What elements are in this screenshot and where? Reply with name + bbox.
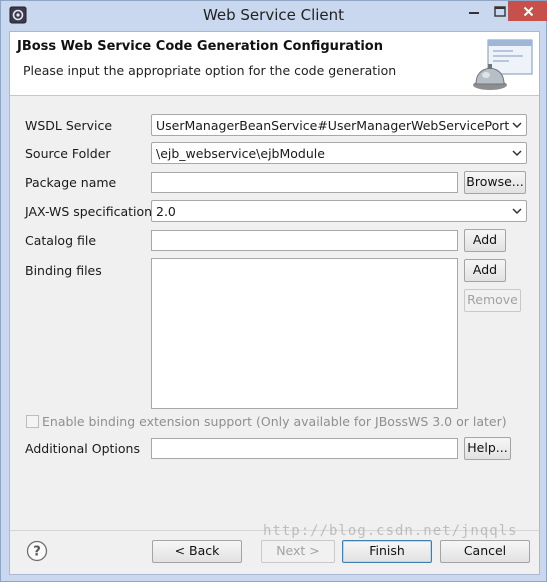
binding-add-button[interactable]: Add <box>464 259 506 282</box>
jaxws-spec-label: JAX-WS specification <box>25 204 153 219</box>
help-options-button[interactable]: Help... <box>464 437 511 460</box>
browse-button[interactable]: Browse... <box>464 171 526 194</box>
wsdl-service-combo[interactable]: UserManagerBeanService#UserManagerWebSer… <box>151 114 527 136</box>
next-button[interactable]: Next > <box>261 540 335 563</box>
binding-remove-button[interactable]: Remove <box>464 289 521 312</box>
chevron-down-icon <box>512 208 522 215</box>
jaxws-spec-value: 2.0 <box>156 204 176 219</box>
package-name-input[interactable] <box>151 172 458 193</box>
binding-files-label: Binding files <box>25 263 102 278</box>
additional-options-input[interactable] <box>151 438 458 459</box>
source-folder-combo[interactable]: \ejb_webservice\ejbModule <box>151 142 527 164</box>
chevron-down-icon <box>512 122 522 129</box>
source-folder-label: Source Folder <box>25 146 111 161</box>
binding-extension-checkbox[interactable] <box>26 415 39 428</box>
dialog-window: Web Service Client JBoss Web Service Cod… <box>0 0 547 582</box>
minimize-button[interactable] <box>460 1 488 21</box>
additional-options-label: Additional Options <box>25 441 140 456</box>
svg-text:?: ? <box>33 545 41 560</box>
catalog-file-label: Catalog file <box>25 233 97 248</box>
back-button[interactable]: < Back <box>152 540 242 563</box>
dialog-content: JBoss Web Service Code Generation Config… <box>9 31 540 575</box>
minimize-icon <box>469 12 479 14</box>
wizard-banner-icon <box>470 38 534 92</box>
help-icon[interactable]: ? <box>26 540 48 562</box>
wsdl-service-value: UserManagerBeanService#UserManagerWebSer… <box>156 118 510 133</box>
binding-files-list[interactable] <box>151 258 458 409</box>
banner-description: Please input the appropriate option for … <box>23 63 397 78</box>
catalog-file-input[interactable] <box>151 230 458 251</box>
catalog-add-button[interactable]: Add <box>464 229 506 252</box>
banner-title: JBoss Web Service Code Generation Config… <box>17 39 383 54</box>
package-name-label: Package name <box>25 175 117 190</box>
wizard-banner: JBoss Web Service Code Generation Config… <box>10 32 539 96</box>
chevron-down-icon <box>512 150 522 157</box>
maximize-icon <box>494 5 506 17</box>
wsdl-service-label: WSDL Service <box>25 118 113 133</box>
source-folder-value: \ejb_webservice\ejbModule <box>156 146 325 161</box>
close-icon <box>523 6 533 16</box>
close-button[interactable] <box>508 1 547 21</box>
cancel-button[interactable]: Cancel <box>440 540 530 563</box>
title-bar[interactable]: Web Service Client <box>1 1 547 30</box>
footer-divider <box>10 530 539 531</box>
finish-button[interactable]: Finish <box>342 540 432 563</box>
jaxws-spec-combo[interactable]: 2.0 <box>151 200 527 222</box>
binding-extension-label: Enable binding extension support (Only a… <box>42 414 507 429</box>
